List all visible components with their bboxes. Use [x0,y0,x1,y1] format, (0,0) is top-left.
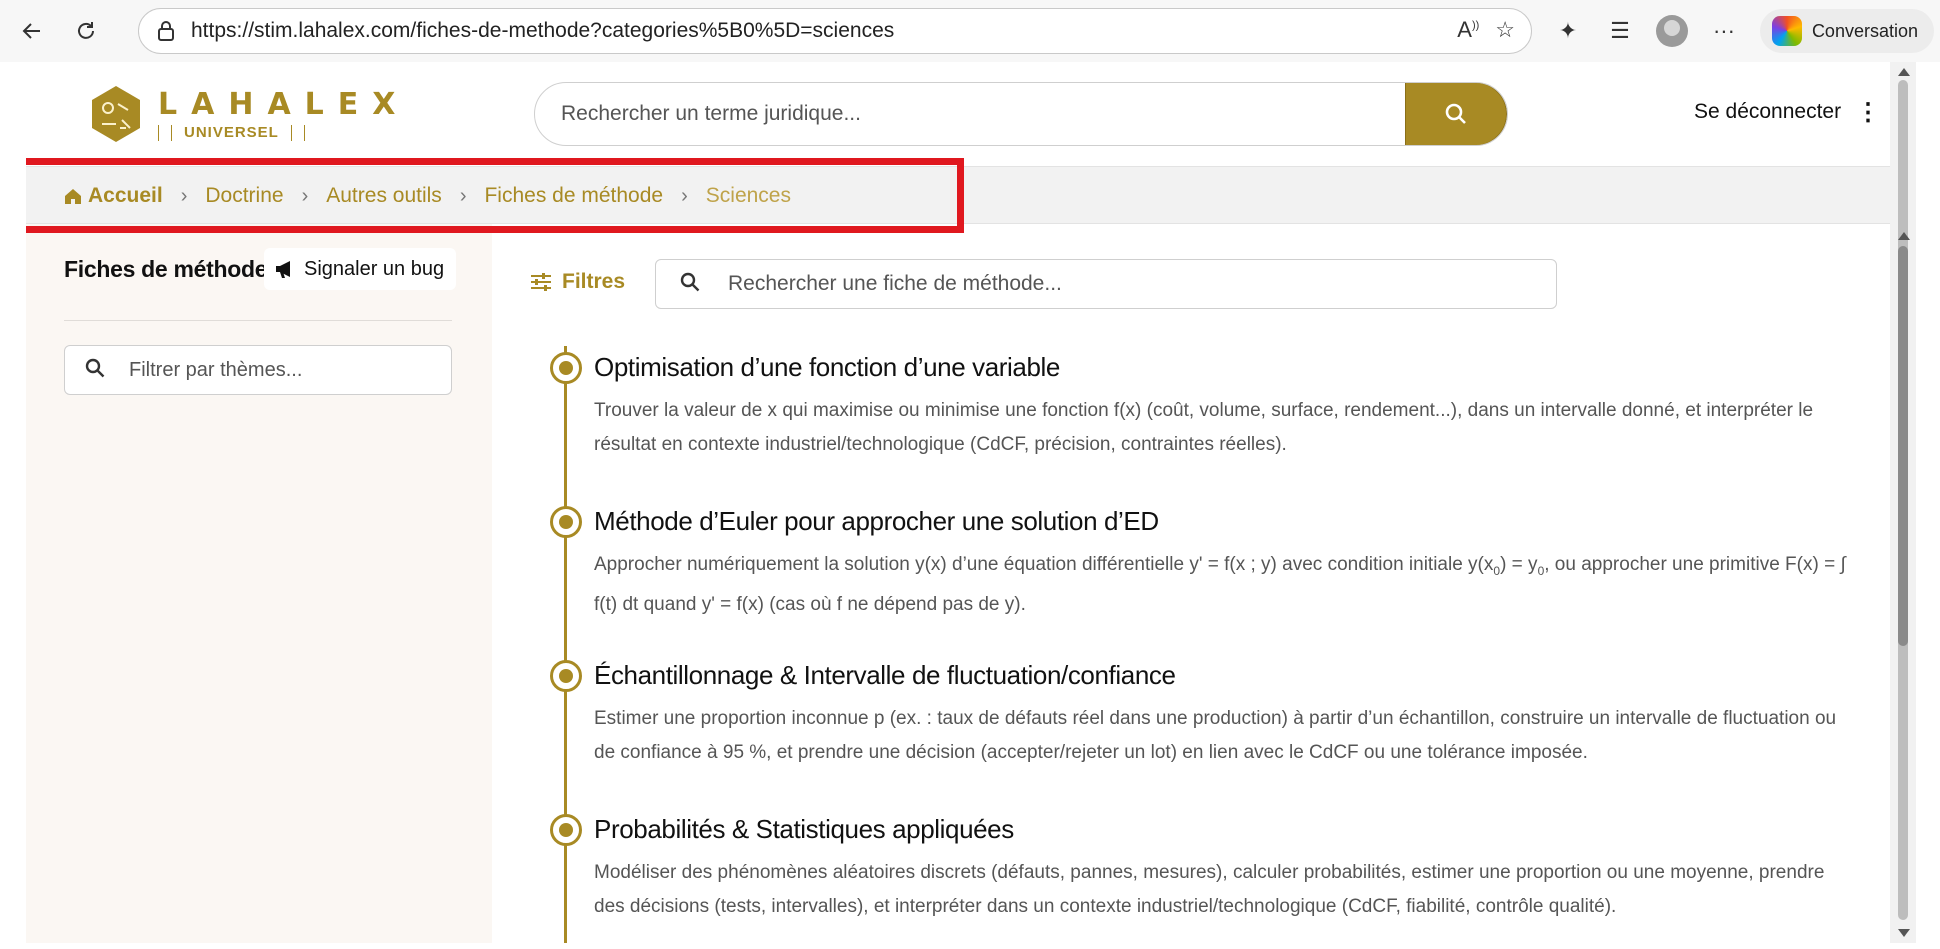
fiche-search [655,259,1557,309]
fiche-description: Estimer une proportion inconnue p (ex. :… [594,708,1837,763]
sidebar-divider [64,320,452,321]
search-button[interactable] [1405,83,1507,145]
fiche-title[interactable]: Échantillonnage & Intervalle de fluctuat… [594,660,1176,691]
legal-term-search [534,82,1508,146]
more-options-icon[interactable]: ··· [1698,18,1750,44]
logo-emblem-icon [92,86,140,142]
main-content: Filtres Optimisation d’une fonction d’un… [492,224,1916,943]
read-aloud-icon[interactable]: A)) [1457,17,1479,43]
profile-avatar[interactable] [1646,15,1698,47]
url-text[interactable]: https://stim.lahalex.com/fiches-de-metho… [191,19,894,43]
reload-icon[interactable] [64,9,108,53]
web-page: LAHALEX UNIVERSEL Se déconnecter ⋮ Accue… [26,62,1916,943]
timeline-dot-icon [550,352,582,384]
copilot-icon [1771,16,1802,46]
search-icon [1445,103,1466,124]
conversation-button[interactable]: Conversation [1759,9,1934,53]
favorites-icon[interactable]: ☰ [1594,18,1646,44]
theme-filter-input[interactable] [129,358,429,382]
fiche-title[interactable]: Méthode d’Euler pour approcher une solut… [594,506,1159,537]
filters-button[interactable]: Filtres [530,270,625,294]
fiche-search-input[interactable] [728,272,1528,296]
user-menu-icon[interactable]: ⋮ [1856,98,1880,127]
scroll-down-icon[interactable] [1898,929,1910,937]
conversation-label: Conversation [1811,20,1918,41]
address-bar[interactable]: https://stim.lahalex.com/fiches-de-metho… [138,8,1532,54]
filters-label: Filtres [562,270,626,293]
search-icon [85,358,109,383]
timeline-line [564,346,567,943]
highlight-annotation-box [26,158,964,233]
lock-icon[interactable] [153,21,179,41]
logout-link[interactable]: Se déconnecter [1694,100,1841,124]
timeline-dot-icon [550,814,582,846]
scroll-up-icon[interactable] [1898,68,1910,76]
fiche-description: Approcher numériquement la solution y(x)… [594,554,1846,615]
site-header: LAHALEX UNIVERSEL Se déconnecter ⋮ [26,62,1916,166]
timeline-dot-icon [550,660,582,692]
fiche-title[interactable]: Optimisation d’une fonction d’une variab… [594,352,1060,383]
sidebar-title: Fiches de méthode [64,256,268,282]
search-icon [680,272,704,297]
browser-window: https://stim.lahalex.com/fiches-de-metho… [0,0,1940,949]
logo-subtitle: UNIVERSEL [184,124,279,141]
fiche-title[interactable]: Probabilités & Statistiques appliquées [594,814,1014,845]
content-scrollbar[interactable] [1890,226,1916,943]
content-scrollbar-thumb[interactable] [1898,246,1908,646]
fiche-description: Modéliser des phénomènes aléatoires disc… [594,862,1825,917]
report-bug-button[interactable]: Signaler un bug [264,248,457,290]
favorite-star-icon[interactable]: ☆ [1495,17,1515,43]
back-icon[interactable] [10,9,54,53]
browser-toolbar: https://stim.lahalex.com/fiches-de-metho… [0,0,1940,62]
megaphone-icon [276,261,290,278]
theme-filter [64,345,452,395]
extensions-icon[interactable]: ✦ [1542,18,1594,44]
logo-title: LAHALEX [158,87,410,122]
timeline-dot-icon [550,506,582,538]
sliders-icon [531,273,551,291]
fiche-description: Trouver la valeur de x qui maximise ou m… [594,400,1814,455]
report-bug-label: Signaler un bug [304,257,445,280]
scroll-up-icon[interactable] [1898,232,1910,240]
lahalex-logo[interactable]: LAHALEX UNIVERSEL [88,84,409,144]
sidebar: Fiches de méthode Signaler un bug [26,224,492,943]
legal-search-input[interactable] [535,83,1405,145]
